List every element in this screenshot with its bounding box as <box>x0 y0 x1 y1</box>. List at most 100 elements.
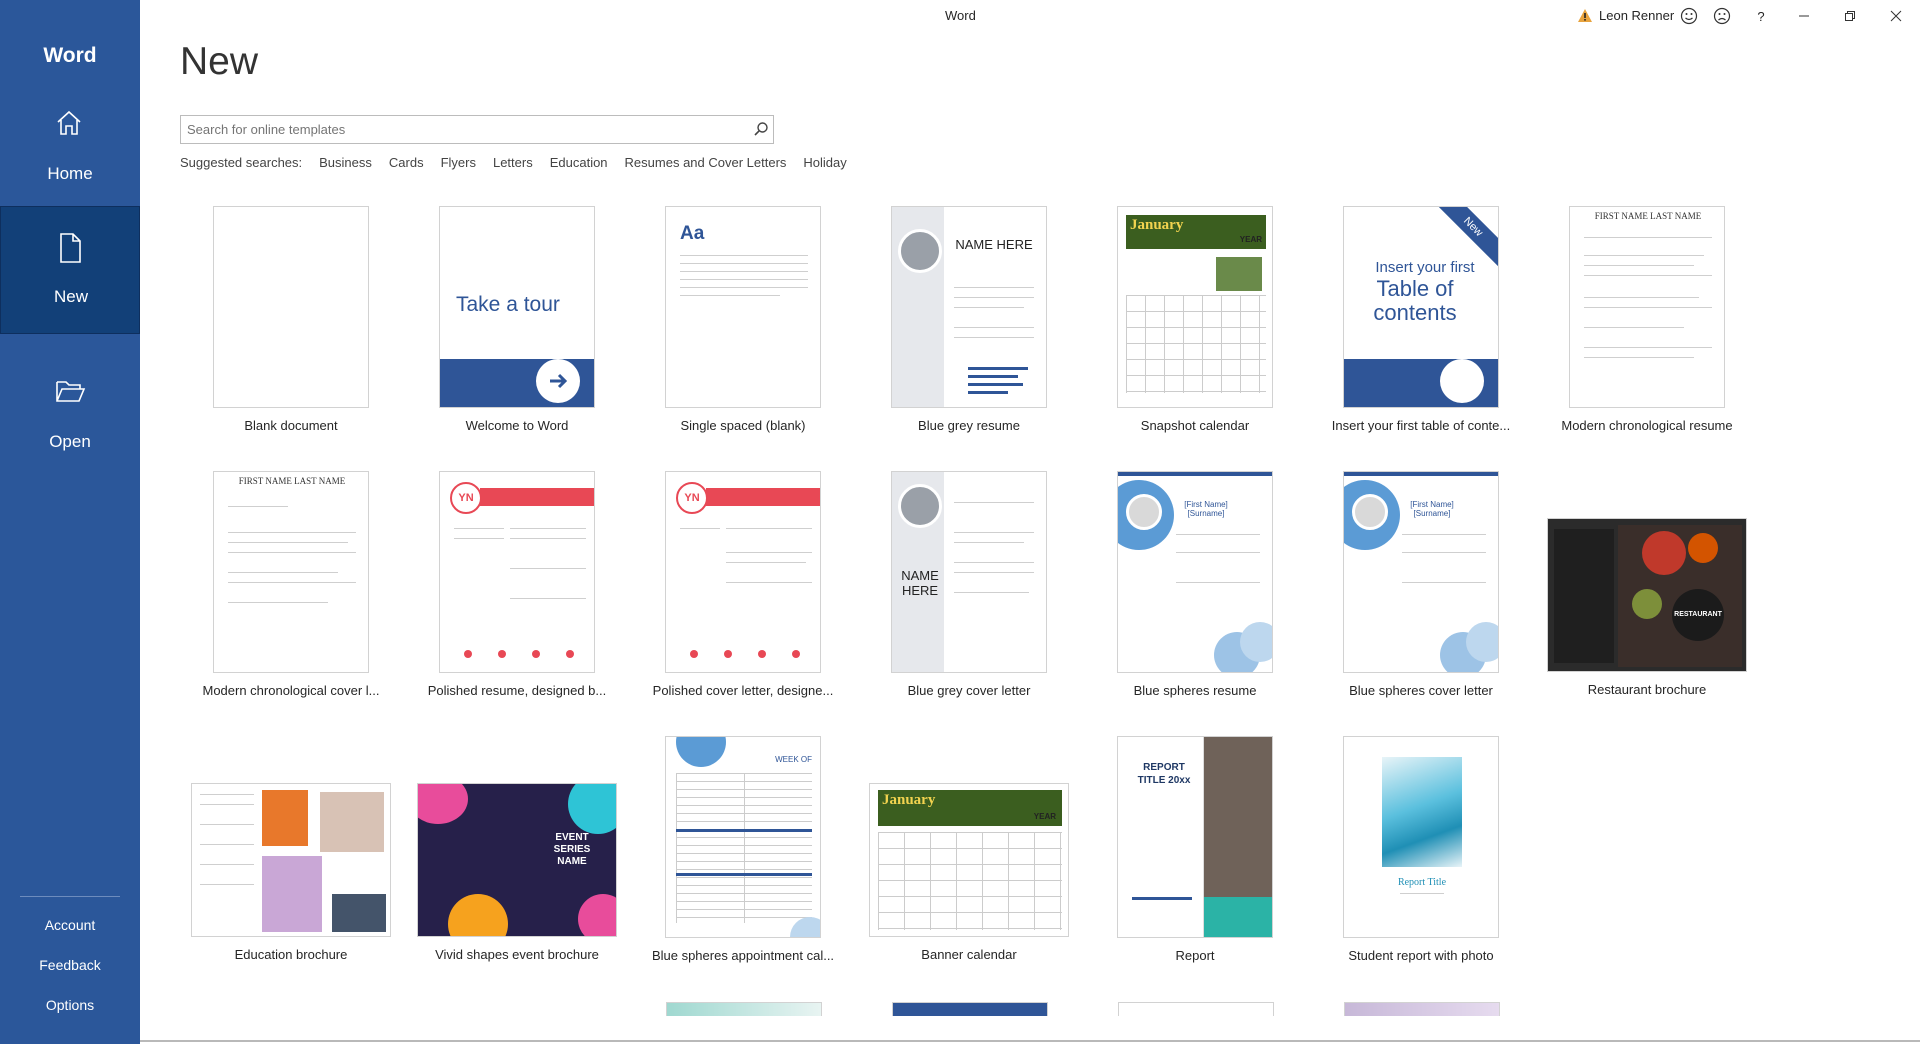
template-thumbnail: REPORT TITLE 20xx <box>1117 736 1273 938</box>
template-partial-thumbnail[interactable] <box>892 1002 1048 1016</box>
template-caption: Vivid shapes event brochure <box>435 947 599 962</box>
template-thumbnail: Aa <box>665 206 821 408</box>
search-icon[interactable] <box>753 121 769 137</box>
suggested-holiday[interactable]: Holiday <box>803 155 846 170</box>
folder-open-icon <box>56 381 86 402</box>
template-thumbnail: Take a tour <box>439 206 595 408</box>
thumb-title: NAME HERE <box>955 237 1033 252</box>
thumb-title: REPORT TITLE 20xx <box>1137 762 1191 786</box>
search-input[interactable] <box>181 116 731 143</box>
thumb-title: YN <box>676 482 708 514</box>
thumb-subtitle: YEAR <box>1239 235 1262 244</box>
thumb-title: EVENT SERIES NAME <box>553 832 591 867</box>
sidebar-item-label: New <box>53 287 88 306</box>
template-partial-thumbnail[interactable] <box>1344 1002 1500 1016</box>
thumb-title: Report Title <box>1397 877 1447 888</box>
close-icon[interactable] <box>1885 5 1907 27</box>
app-brand: Word <box>43 44 97 67</box>
thumb-title: NAME HERE <box>901 568 939 598</box>
template-education-brochure[interactable]: Education brochure <box>186 783 396 962</box>
thumb-title: WEEK OF <box>775 755 812 764</box>
thumb-title: [First Name] [Surname] <box>1410 500 1454 518</box>
suggested-cards[interactable]: Cards <box>389 155 424 170</box>
thumb-title: Take a tour <box>456 293 560 316</box>
template-caption: Report <box>1175 948 1215 963</box>
template-blue-grey-resume[interactable]: NAME HERE Blue grey resume <box>864 206 1074 433</box>
sidebar-account[interactable]: Account <box>0 917 140 933</box>
template-thumbnail: January YEAR <box>869 783 1069 937</box>
template-thumbnail: NAME HERE <box>891 471 1047 673</box>
thumb-title: YN <box>450 482 482 514</box>
window-bottom-border <box>140 1040 1920 1042</box>
template-thumbnail: NAME HERE <box>891 206 1047 408</box>
template-caption: Blue spheres resume <box>1133 683 1257 698</box>
template-caption: Welcome to Word <box>465 418 569 433</box>
suggested-letters[interactable]: Letters <box>493 155 533 170</box>
sidebar-feedback[interactable]: Feedback <box>0 957 140 973</box>
new-document-icon <box>60 233 81 263</box>
user-account[interactable]: Leon Renner <box>1577 8 1674 23</box>
template-table-of-contents[interactable]: Insert your first Table of contents New … <box>1316 206 1526 433</box>
minimize-icon[interactable] <box>1793 5 1815 27</box>
template-report[interactable]: REPORT TITLE 20xx Report <box>1090 736 1300 963</box>
template-blue-spheres-cover-letter[interactable]: [First Name] [Surname] Blue spheres cove… <box>1316 471 1526 698</box>
template-vivid-shapes-event-brochure[interactable]: EVENT SERIES NAME Vivid shapes event bro… <box>412 783 622 962</box>
template-partial-thumbnail[interactable] <box>666 1002 822 1016</box>
window-title: Word <box>945 8 976 23</box>
template-thumbnail: Report Title <box>1343 736 1499 938</box>
suggested-business[interactable]: Business <box>319 155 372 170</box>
thumb-title: [First Name] [Surname] <box>1184 500 1228 518</box>
template-thumbnail: [First Name] [Surname] <box>1343 471 1499 673</box>
template-caption: Single spaced (blank) <box>680 418 806 433</box>
template-caption: Modern chronological cover l... <box>202 683 380 698</box>
template-blue-grey-cover-letter[interactable]: NAME HERE Blue grey cover letter <box>864 471 1074 698</box>
template-student-report-with-photo[interactable]: Report Title Student report with photo <box>1316 736 1526 963</box>
template-partial-thumbnail[interactable] <box>1118 1002 1274 1016</box>
template-search <box>180 115 774 144</box>
sidebar-item-home[interactable]: Home <box>0 84 140 212</box>
page-title: New <box>180 40 259 83</box>
template-blue-spheres-resume[interactable]: [First Name] [Surname] Blue spheres resu… <box>1090 471 1300 698</box>
suggested-label: Suggested searches: <box>180 155 303 170</box>
suggested-education[interactable]: Education <box>550 155 608 170</box>
template-blank-document[interactable]: Blank document <box>186 206 396 433</box>
template-single-spaced[interactable]: Aa Single spaced (blank) <box>638 206 848 433</box>
suggested-searches: Suggested searches: Business Cards Flyer… <box>180 155 864 170</box>
template-caption: Insert your first table of conte... <box>1331 418 1511 433</box>
template-thumbnail <box>191 783 391 937</box>
template-banner-calendar[interactable]: January YEAR Banner calendar <box>864 783 1074 962</box>
template-caption: Blank document <box>244 418 338 433</box>
help-icon[interactable]: ? <box>1750 5 1772 27</box>
frown-icon[interactable] <box>1711 5 1733 27</box>
template-modern-chronological-resume[interactable]: FIRST NAME LAST NAME Modern chronologica… <box>1542 206 1752 433</box>
thumb-title: Insert your first <box>1375 259 1475 276</box>
sidebar-item-open[interactable]: Open <box>0 352 140 480</box>
sidebar-item-label: Home <box>47 164 93 183</box>
thumb-title: Aa <box>680 223 705 244</box>
suggested-flyers[interactable]: Flyers <box>441 155 476 170</box>
thumb-title: FIRST NAME LAST NAME <box>238 476 346 486</box>
template-thumbnail: EVENT SERIES NAME <box>417 783 617 937</box>
template-polished-resume[interactable]: YN Polished resume, designed b... <box>412 471 622 698</box>
home-icon <box>57 110 81 135</box>
smiley-icon[interactable] <box>1678 5 1700 27</box>
template-caption: Restaurant brochure <box>1587 682 1707 697</box>
template-polished-cover-letter[interactable]: YN Polished cover letter, designe... <box>638 471 848 698</box>
template-thumbnail: [First Name] [Surname] <box>1117 471 1273 673</box>
template-caption: Student report with photo <box>1348 948 1494 963</box>
template-caption: Modern chronological resume <box>1561 418 1733 433</box>
template-thumbnail: WEEK OF <box>665 736 821 938</box>
template-restaurant-brochure[interactable]: RESTAURANT Restaurant brochure <box>1542 518 1752 697</box>
template-welcome-to-word[interactable]: Take a tour Welcome to Word <box>412 206 622 433</box>
restore-icon[interactable] <box>1839 5 1861 27</box>
sidebar-item-new[interactable]: New <box>0 206 140 334</box>
thumb-subtitle: YEAR <box>1033 812 1056 821</box>
suggested-resumes[interactable]: Resumes and Cover Letters <box>625 155 787 170</box>
template-thumbnail <box>213 206 369 408</box>
template-thumbnail: YN <box>665 471 821 673</box>
template-snapshot-calendar[interactable]: January YEAR Snapshot calendar <box>1090 206 1300 433</box>
template-blue-spheres-appointment-calendar[interactable]: WEEK OF Blue spheres appointment cal... <box>638 736 848 963</box>
template-modern-chronological-cover-letter[interactable]: FIRST NAME LAST NAME Modern chronologica… <box>186 471 396 698</box>
sidebar-options[interactable]: Options <box>0 997 140 1013</box>
arrow-right-icon <box>536 359 580 403</box>
